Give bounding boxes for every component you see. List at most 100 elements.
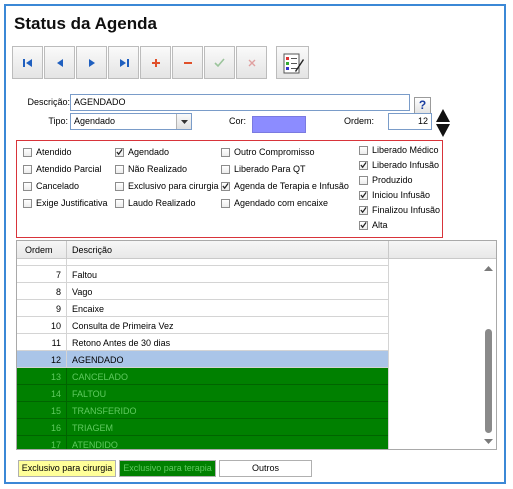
cancel-button[interactable] xyxy=(236,46,267,79)
table-row[interactable]: 7 Faltou xyxy=(17,266,388,283)
row-ordem: 7 xyxy=(55,270,61,280)
checkbox-checked-icon[interactable] xyxy=(359,160,368,170)
status-flags-group: Atendido Atendido Parcial Cancelado Exige J… xyxy=(16,140,443,238)
checkbox-label: Laudo Realizado xyxy=(128,198,196,208)
scrollbar-thumb[interactable] xyxy=(485,329,492,433)
checkbox-liberado-medico[interactable]: Liberado Médico xyxy=(359,145,439,155)
table-row[interactable]: 10 Consulta de Primeira Vez xyxy=(17,317,388,334)
next-record-button[interactable] xyxy=(76,46,107,79)
checkbox-unchecked-icon[interactable] xyxy=(359,175,368,185)
last-record-button[interactable] xyxy=(108,46,139,79)
checkbox-checked-icon[interactable] xyxy=(359,220,368,230)
status-table[interactable]: Ordem Descrição 7 Faltou 8 Vago 9 Encaixe 10 Co… xyxy=(16,240,497,450)
checkbox-unchecked-icon[interactable] xyxy=(115,181,124,191)
tipo-select[interactable]: Agendado xyxy=(70,113,192,130)
checkbox-unchecked-icon[interactable] xyxy=(23,164,32,174)
next-icon xyxy=(88,58,95,67)
column-header-ordem[interactable]: Ordem xyxy=(25,245,53,255)
checkbox-unchecked-icon[interactable] xyxy=(23,198,32,208)
checkbox-unchecked-icon[interactable] xyxy=(359,145,368,155)
checkbox-alta[interactable]: Alta xyxy=(359,220,388,230)
tipo-label: Tipo: xyxy=(48,116,68,126)
checkbox-label: Agenda de Terapia e Infusão xyxy=(234,181,349,191)
checkbox-exige-justificativa[interactable]: Exige Justificativa xyxy=(23,198,108,208)
table-row[interactable]: 13 CANCELADO xyxy=(17,368,388,385)
checkbox-checked-icon[interactable] xyxy=(359,205,368,215)
checkbox-atendido-parcial[interactable]: Atendido Parcial xyxy=(23,164,102,174)
ordem-input[interactable]: 12 xyxy=(388,113,432,130)
checkbox-iniciou-infusao[interactable]: Iniciou Infusão xyxy=(359,190,430,200)
form-edit-icon xyxy=(283,53,304,73)
help-button[interactable]: ? xyxy=(414,97,431,114)
minus-icon xyxy=(183,61,192,64)
checkbox-checked-icon[interactable] xyxy=(221,181,230,191)
row-ordem: 9 xyxy=(55,304,61,314)
row-ordem: 16 xyxy=(50,423,61,433)
checkbox-laudo-realizado[interactable]: Laudo Realizado xyxy=(115,198,196,208)
table-row[interactable]: 9 Encaixe xyxy=(17,300,388,317)
order-spinner[interactable] xyxy=(435,108,451,138)
row-descricao: CANCELADO xyxy=(72,372,129,382)
checkbox-agenda-de-terapia-e-infusao[interactable]: Agenda de Terapia e Infusão xyxy=(221,181,349,191)
row-descricao: FALTOU xyxy=(72,389,107,399)
checkbox-label: Iniciou Infusão xyxy=(372,190,431,200)
checkbox-cancelado[interactable]: Cancelado xyxy=(23,181,79,191)
first-record-button[interactable] xyxy=(12,46,43,79)
row-descricao: Faltou xyxy=(72,270,98,280)
checkbox-unchecked-icon[interactable] xyxy=(115,164,124,174)
checkbox-nao-realizado[interactable]: Não Realizado xyxy=(115,164,187,174)
checkbox-finalizou-infusao[interactable]: Finalizou Infusão xyxy=(359,205,440,215)
scroll-down-icon[interactable] xyxy=(481,435,496,447)
row-ordem: 14 xyxy=(50,389,61,399)
table-row[interactable]: 15 TRANSFERIDO xyxy=(17,402,388,419)
checkbox-unchecked-icon[interactable] xyxy=(221,164,230,174)
checkbox-agendado[interactable]: Agendado xyxy=(115,147,169,157)
row-descricao: AGENDADO xyxy=(72,355,124,365)
table-body: 7 Faltou 8 Vago 9 Encaixe 10 Consulta de Primei… xyxy=(17,259,388,449)
checkbox-unchecked-icon[interactable] xyxy=(115,198,124,208)
delete-button[interactable] xyxy=(172,46,203,79)
checkbox-label: Exige Justificativa xyxy=(36,198,108,208)
row-descricao: Retono Antes de 30 dias xyxy=(72,338,171,348)
table-row[interactable]: 12 AGENDADO xyxy=(17,351,388,368)
descricao-value: AGENDADO xyxy=(74,97,126,107)
checkbox-unchecked-icon[interactable] xyxy=(23,181,32,191)
checkbox-checked-icon[interactable] xyxy=(359,190,368,200)
checkbox-unchecked-icon[interactable] xyxy=(23,147,32,157)
arrow-up-icon[interactable] xyxy=(435,108,451,123)
checkbox-liberado-infusao[interactable]: Liberado Infusão xyxy=(359,160,439,170)
table-row[interactable]: 8 Vago xyxy=(17,283,388,300)
row-descricao: Vago xyxy=(72,287,93,297)
row-ordem: 12 xyxy=(50,355,61,365)
checkbox-atendido[interactable]: Atendido xyxy=(23,147,72,157)
checkbox-agendado-com-encaixe[interactable]: Agendado com encaixe xyxy=(221,198,328,208)
cor-label: Cor: xyxy=(228,116,246,126)
previous-record-button[interactable] xyxy=(44,46,75,79)
color-picker[interactable] xyxy=(252,116,306,133)
window-title: Status da Agenda xyxy=(14,14,157,33)
report-button[interactable] xyxy=(276,46,309,79)
checkbox-outro-compromisso[interactable]: Outro Compromisso xyxy=(221,147,315,157)
checkbox-unchecked-icon[interactable] xyxy=(221,198,230,208)
checkbox-unchecked-icon[interactable] xyxy=(221,147,230,157)
row-descricao: TRIAGEM xyxy=(72,423,114,433)
checkbox-exclusivo-para-cirurgia[interactable]: Exclusivo para cirurgia xyxy=(115,181,219,191)
add-button[interactable] xyxy=(140,46,171,79)
checkbox-produzido[interactable]: Produzido xyxy=(359,175,413,185)
scroll-up-icon[interactable] xyxy=(481,263,496,275)
checkbox-label: Atendido Parcial xyxy=(36,164,102,174)
descricao-input[interactable]: AGENDADO xyxy=(70,94,410,111)
table-row[interactable]: 14 FALTOU xyxy=(17,385,388,402)
table-row[interactable]: 17 ATENDIDO xyxy=(17,436,388,449)
arrow-down-icon[interactable] xyxy=(435,123,451,138)
checkbox-label: Liberado Médico xyxy=(372,145,439,155)
confirm-button[interactable] xyxy=(204,46,235,79)
chevron-down-icon[interactable] xyxy=(176,114,191,129)
column-header-descricao[interactable]: Descrição xyxy=(72,245,112,255)
vertical-scrollbar[interactable] xyxy=(481,259,496,449)
table-row[interactable]: 16 TRIAGEM xyxy=(17,419,388,436)
table-row[interactable]: 11 Retono Antes de 30 dias xyxy=(17,334,388,351)
tipo-value: Agendado xyxy=(74,116,116,126)
checkbox-liberado-para-qt[interactable]: Liberado Para QT xyxy=(221,164,306,174)
checkbox-checked-icon[interactable] xyxy=(115,147,124,157)
